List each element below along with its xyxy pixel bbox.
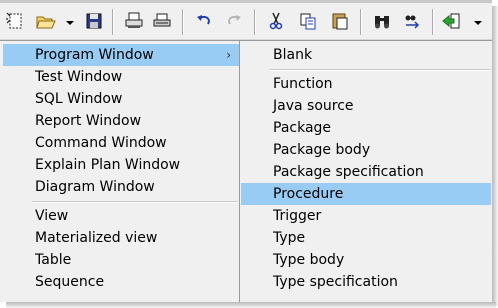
toolbar-separator [112, 9, 114, 35]
submenu-arrow-icon: › [226, 48, 231, 62]
submenu-item-function[interactable]: Function [241, 73, 491, 95]
cut-icon[interactable] [264, 9, 288, 33]
find-icon[interactable] [370, 9, 394, 33]
submenu-item-java-source[interactable]: Java source [241, 95, 491, 117]
submenu-item-package-body[interactable]: Package body [241, 139, 491, 161]
menu-item-label: Type specification [273, 274, 398, 290]
menu-item-label: Sequence [35, 274, 105, 290]
menu-item-label: Blank [273, 47, 313, 63]
program-window-submenu: Blank Function Java source Package Packa… [239, 40, 492, 302]
menu-item-sequence[interactable]: Sequence [3, 271, 239, 293]
menu-item-sql-window[interactable]: SQL Window [3, 88, 239, 110]
new-icon[interactable] [4, 9, 28, 33]
menu-item-label: Package specification [273, 164, 424, 180]
redo-icon[interactable] [222, 9, 246, 33]
copy-icon[interactable] [296, 9, 320, 33]
menu-item-label: Function [273, 76, 333, 92]
menu-item-label: Explain Plan Window [35, 157, 181, 173]
menu-item-report-window[interactable]: Report Window [3, 110, 239, 132]
submenu-item-procedure[interactable]: Procedure [241, 183, 491, 205]
toolbar [0, 3, 492, 40]
menu-item-label: Package [273, 120, 332, 136]
save-icon[interactable] [82, 9, 106, 33]
submenu-item-trigger[interactable]: Trigger [241, 205, 491, 227]
paste-icon[interactable] [328, 9, 352, 33]
menu-item-label: View [35, 208, 69, 224]
open-dropdown-icon[interactable] [66, 21, 74, 25]
print-icon[interactable] [122, 9, 146, 33]
menu-item-label: Table [35, 252, 72, 268]
undo-icon[interactable] [192, 9, 216, 33]
replace-icon[interactable] [400, 9, 424, 33]
toolbar-separator [254, 9, 256, 35]
menu-item-label: Package body [273, 142, 371, 158]
window-shadow [6, 302, 496, 308]
green-arrow-icon[interactable] [440, 9, 464, 33]
menu-item-label: Type [273, 230, 306, 246]
menu-item-program-window[interactable]: Program Window › [3, 44, 239, 66]
open-folder-icon[interactable] [34, 9, 58, 33]
submenu-item-package[interactable]: Package [241, 117, 491, 139]
menu-item-materialized-view[interactable]: Materialized view [3, 227, 239, 249]
new-menu: Program Window › Test Window SQL Window … [0, 40, 244, 302]
window: Program Window › Test Window SQL Window … [0, 0, 492, 302]
menu-item-label: Type body [273, 252, 345, 268]
menu-item-label: Trigger [273, 208, 322, 224]
submenu-item-type-body[interactable]: Type body [241, 249, 491, 271]
menu-item-test-window[interactable]: Test Window [3, 66, 239, 88]
menu-item-label: SQL Window [35, 91, 123, 107]
toolbar-separator [432, 9, 434, 35]
menu-item-label: Test Window [35, 69, 123, 85]
menu-item-label: Diagram Window [35, 179, 155, 195]
submenu-item-blank[interactable]: Blank [241, 44, 491, 66]
toolbar-separator [182, 9, 184, 35]
submenu-item-type[interactable]: Type [241, 227, 491, 249]
submenu-item-package-specification[interactable]: Package specification [241, 161, 491, 183]
menu-separator [270, 69, 490, 71]
submenu-item-type-specification[interactable]: Type specification [241, 271, 491, 293]
menu-item-label: Command Window [35, 135, 167, 151]
menu-item-label: Procedure [273, 186, 344, 202]
menu-item-label: Report Window [35, 113, 142, 129]
menu-item-command-window[interactable]: Command Window [3, 132, 239, 154]
window-shadow [492, 6, 498, 306]
menu-item-view[interactable]: View [3, 205, 239, 227]
green-arrow-dropdown-icon[interactable] [474, 21, 482, 25]
menu-item-label: Java source [273, 98, 354, 114]
menu-item-explain-plan-window[interactable]: Explain Plan Window [3, 154, 239, 176]
menu-item-table[interactable]: Table [3, 249, 239, 271]
menu-item-label: Program Window [35, 47, 154, 63]
menu-item-diagram-window[interactable]: Diagram Window [3, 176, 239, 198]
menu-separator [32, 201, 238, 203]
menu-item-label: Materialized view [35, 230, 158, 246]
toolbar-separator [360, 9, 362, 35]
print-preview-icon[interactable] [150, 9, 174, 33]
